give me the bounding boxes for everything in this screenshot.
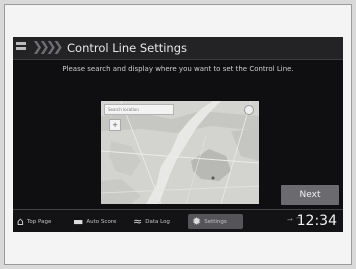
page-title: Control Line Settings (67, 41, 188, 55)
map-search-input[interactable]: Search location (104, 104, 174, 115)
zoom-in-button[interactable]: + (109, 119, 121, 131)
nav-data-log[interactable]: ≈ Data Log (133, 214, 183, 229)
compass-icon[interactable] (244, 105, 254, 115)
bottom-nav-bar: ⌂ Top Page ▬ Auto Score ≈ Data Log ✹ Set… (13, 209, 343, 232)
data-log-icon: ≈ (133, 215, 143, 228)
nav-label: Auto Score (86, 218, 117, 225)
nav-top-page[interactable]: ⌂ Top Page (17, 214, 65, 229)
home-icon: ⌂ (17, 215, 24, 228)
chevrons-icon: ❯❯❯❯ (32, 40, 64, 55)
nav-label: Data Log (145, 218, 170, 225)
nav-auto-score[interactable]: ▬ Auto Score (73, 214, 129, 229)
next-button[interactable]: Next (281, 185, 339, 205)
nav-settings[interactable]: ✹ Settings (188, 214, 243, 229)
nav-label: Settings (204, 218, 227, 225)
instruction-text: Please search and display where you want… (62, 65, 294, 73)
clock-time: 12:34 (296, 213, 337, 229)
gear-icon: ✹ (192, 215, 202, 228)
car-icon: ▬ (73, 215, 84, 228)
back-icon[interactable] (16, 42, 28, 53)
nav-label: Top Page (26, 218, 52, 225)
map-graphic (101, 101, 259, 204)
head-unit-screen: ❯❯❯❯ Control Line Settings Please search… (13, 37, 343, 232)
map-view[interactable]: Search location + (101, 101, 259, 204)
header-bar: ❯❯❯❯ Control Line Settings (13, 37, 343, 60)
